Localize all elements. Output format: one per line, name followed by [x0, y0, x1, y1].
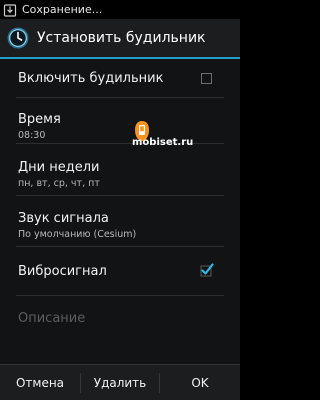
days-value: пн, вт, ср, чт, пт [18, 178, 100, 189]
save-notification-icon [3, 3, 17, 17]
enable-alarm-checkbox[interactable] [201, 73, 212, 84]
button-bar: Отмена Удалить OK [0, 364, 240, 400]
days-label: Дни недели [18, 160, 100, 175]
sound-row[interactable]: Звук сигнала По умолчанию (Cesium) [0, 196, 240, 246]
enable-alarm-row[interactable]: Включить будильник [0, 59, 240, 97]
page-title: Установить будильник [37, 30, 206, 46]
status-bar: Сохранение... [0, 0, 240, 19]
delete-button[interactable]: Удалить [81, 365, 159, 400]
enable-alarm-label: Включить будильник [18, 70, 164, 86]
alarm-clock-icon[interactable] [6, 26, 30, 50]
action-bar: Установить будильник [0, 19, 240, 59]
alarm-settings-list: Включить будильник Время 08:30 Дни недел… [0, 59, 240, 364]
description-row[interactable]: Описание [0, 296, 240, 340]
status-text: Сохранение... [22, 3, 103, 16]
vibrate-checkbox-checked-icon[interactable] [199, 263, 214, 277]
cancel-button[interactable]: Отмена [0, 365, 80, 400]
description-input[interactable]: Описание [18, 311, 85, 326]
sound-value: По умолчанию (Cesium) [18, 229, 137, 240]
ok-button[interactable]: OK [160, 365, 240, 400]
vibrate-label: Вибросигнал [18, 263, 107, 279]
watermark-text: mobiset.ru [132, 137, 194, 148]
sound-label: Звук сигнала [18, 211, 109, 226]
watermark: mobiset.ru [130, 118, 240, 158]
vibrate-row[interactable]: Вибросигнал [0, 247, 240, 295]
